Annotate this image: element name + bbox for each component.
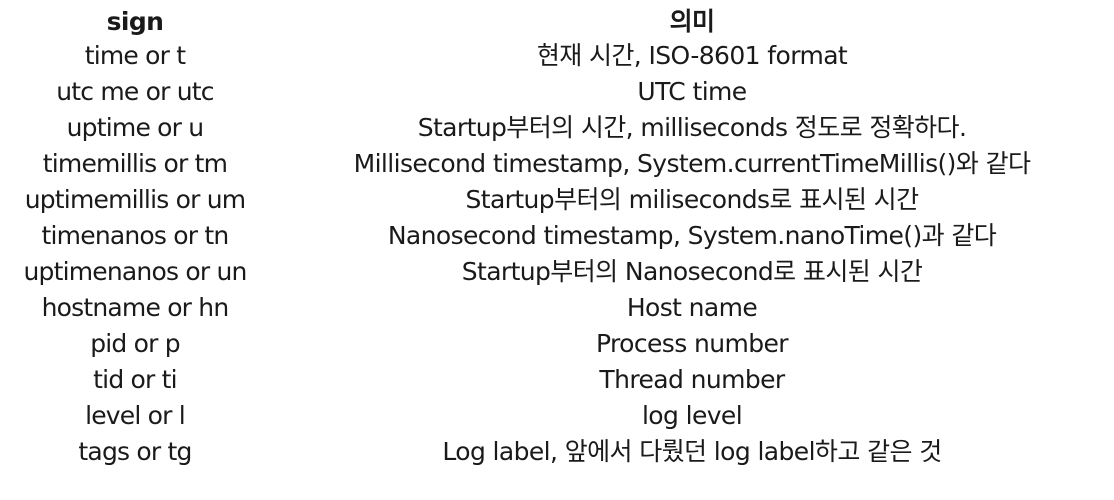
table-row: uptimenanos or un Startup부터의 Nanosecond로…: [0, 254, 1114, 290]
meaning-cell: Startup부터의 miliseconds로 표시된 시간: [465, 185, 919, 214]
meaning-cell: Nanosecond timestamp, System.nanoTime()과…: [387, 221, 997, 250]
meaning-cell: log level: [641, 401, 743, 430]
meaning-cell: Startup부터의 Nanosecond로 표시된 시간: [461, 257, 923, 286]
sign-cell: uptimenanos or un: [23, 257, 247, 286]
sign-cell: pid or p: [90, 329, 180, 358]
header-row: sign 의미: [0, 6, 1114, 38]
table-header: sign 의미: [0, 6, 1114, 38]
sign-cell: time or t: [84, 41, 186, 70]
sign-cell: uptime or u: [66, 113, 205, 142]
table-body: time or t 현재 시간, ISO-8601 format utc me …: [0, 38, 1114, 470]
sign-cell: timenanos or tn: [41, 221, 230, 250]
table-row: pid or p Process number: [0, 326, 1114, 362]
table-row: tid or ti Thread number: [0, 362, 1114, 398]
table-row: timemillis or tm Millisecond timestamp, …: [0, 146, 1114, 182]
sign-cell: tags or tg: [78, 437, 192, 466]
table-row: level or l log level: [0, 398, 1114, 434]
table-row: time or t 현재 시간, ISO-8601 format: [0, 38, 1114, 74]
meaning-cell: Host name: [626, 293, 758, 322]
sign-cell: level or l: [85, 401, 186, 430]
table-row: tags or tg Log label, 앞에서 다뤘던 log label하…: [0, 434, 1114, 470]
table-row: uptimemillis or um Startup부터의 milisecond…: [0, 182, 1114, 218]
table-row: timenanos or tn Nanosecond timestamp, Sy…: [0, 218, 1114, 254]
meaning-cell: Thread number: [599, 365, 785, 394]
table-row: uptime or u Startup부터의 시간, milliseconds …: [0, 110, 1114, 146]
sign-cell: tid or ti: [93, 365, 177, 394]
sign-cell: timemillis or tm: [42, 149, 228, 178]
sign-cell: hostname or hn: [41, 293, 230, 322]
document-page: sign 의미 time or t 현재 시간, ISO-8601 format…: [0, 0, 1114, 500]
meaning-cell: 현재 시간, ISO-8601 format: [536, 41, 848, 70]
header-meaning: 의미: [669, 7, 715, 36]
header-sign: sign: [106, 7, 164, 36]
sign-cell: uptimemillis or um: [24, 185, 246, 214]
table-row: hostname or hn Host name: [0, 290, 1114, 326]
meaning-cell: Millisecond timestamp, System.currentTim…: [353, 149, 1031, 178]
meaning-cell: Process number: [596, 329, 789, 358]
sign-cell: utc me or utc: [56, 77, 214, 106]
meaning-cell: UTC time: [637, 77, 747, 106]
meaning-cell: Log label, 앞에서 다뤘던 log label하고 같은 것: [442, 437, 942, 466]
table-row: utc me or utc UTC time: [0, 74, 1114, 110]
sign-meaning-table: sign 의미 time or t 현재 시간, ISO-8601 format…: [0, 6, 1114, 470]
meaning-cell: Startup부터의 시간, milliseconds 정도로 정확하다.: [417, 113, 967, 142]
